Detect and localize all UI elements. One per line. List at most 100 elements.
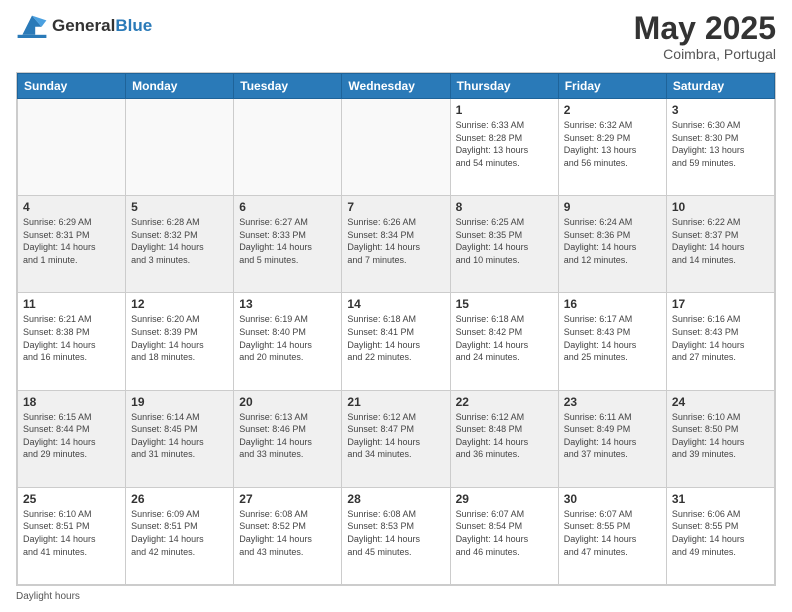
day-info: Sunrise: 6:30 AM Sunset: 8:30 PM Dayligh…: [672, 119, 769, 169]
daylight-label: Daylight hours: [16, 591, 80, 602]
day-number: 28: [347, 492, 444, 506]
logo-icon: [16, 12, 48, 40]
title-location: Coimbra, Portugal: [634, 46, 776, 62]
footer-note: Daylight hours: [16, 591, 776, 602]
col-saturday: Saturday: [666, 74, 774, 99]
day-cell: [18, 99, 126, 196]
calendar-week-4: 18 Sunrise: 6:15 AM Sunset: 8:44 PM Dayli…: [18, 390, 775, 487]
day-number: 15: [456, 297, 553, 311]
calendar-week-3: 11Sunrise: 6:21 AM Sunset: 8:38 PM Dayli…: [18, 293, 775, 390]
day-cell: 24Sunrise: 6:10 AM Sunset: 8:50 PM Dayli…: [666, 390, 774, 487]
day-cell: 26 Sunrise: 6:09 AM Sunset: 8:51 PM Dayli…: [126, 487, 234, 584]
day-cell: 4 Sunrise: 6:29 AM Sunset: 8:31 PM Daylig…: [18, 196, 126, 293]
logo-text: GeneralBlue: [52, 17, 152, 36]
col-thursday: Thursday: [450, 74, 558, 99]
day-info: Sunrise: 6:12 AM Sunset: 8:48 PM Dayligh…: [456, 411, 553, 461]
day-number: 22: [456, 395, 553, 409]
day-number: 25: [23, 492, 120, 506]
day-cell: 25 Sunrise: 6:10 AM Sunset: 8:51 PM Dayli…: [18, 487, 126, 584]
day-cell: 10Sunrise: 6:22 AM Sunset: 8:37 PM Dayli…: [666, 196, 774, 293]
day-info: Sunrise: 6:27 AM Sunset: 8:33 PM Dayligh…: [239, 216, 336, 266]
calendar: Sunday Monday Tuesday Wednesday Thursday…: [16, 72, 776, 586]
day-number: 26: [131, 492, 228, 506]
day-cell: 8 Sunrise: 6:25 AM Sunset: 8:35 PM Daylig…: [450, 196, 558, 293]
title-block: May 2025 Coimbra, Portugal: [634, 12, 776, 62]
day-info: Sunrise: 6:29 AM Sunset: 8:31 PM Dayligh…: [23, 216, 120, 266]
day-info: Sunrise: 6:32 AM Sunset: 8:29 PM Dayligh…: [564, 119, 661, 169]
day-number: 4: [23, 200, 120, 214]
day-cell: 2 Sunrise: 6:32 AM Sunset: 8:29 PM Daylig…: [558, 99, 666, 196]
day-number: 13: [239, 297, 336, 311]
day-cell: 17Sunrise: 6:16 AM Sunset: 8:43 PM Dayli…: [666, 293, 774, 390]
day-info: Sunrise: 6:09 AM Sunset: 8:51 PM Dayligh…: [131, 508, 228, 558]
col-sunday: Sunday: [18, 74, 126, 99]
col-tuesday: Tuesday: [234, 74, 342, 99]
day-info: Sunrise: 6:10 AM Sunset: 8:51 PM Dayligh…: [23, 508, 120, 558]
day-number: 6: [239, 200, 336, 214]
day-info: Sunrise: 6:15 AM Sunset: 8:44 PM Dayligh…: [23, 411, 120, 461]
day-info: Sunrise: 6:12 AM Sunset: 8:47 PM Dayligh…: [347, 411, 444, 461]
day-number: 12: [131, 297, 228, 311]
day-info: Sunrise: 6:14 AM Sunset: 8:45 PM Dayligh…: [131, 411, 228, 461]
title-month: May 2025: [634, 12, 776, 44]
logo-general: General: [52, 16, 115, 35]
day-cell: 6 Sunrise: 6:27 AM Sunset: 8:33 PM Daylig…: [234, 196, 342, 293]
day-info: Sunrise: 6:11 AM Sunset: 8:49 PM Dayligh…: [564, 411, 661, 461]
day-cell: 18 Sunrise: 6:15 AM Sunset: 8:44 PM Dayli…: [18, 390, 126, 487]
day-cell: 7Sunrise: 6:26 AM Sunset: 8:34 PM Daylig…: [342, 196, 450, 293]
page: GeneralBlue May 2025 Coimbra, Portugal S…: [0, 0, 792, 612]
day-cell: 12 Sunrise: 6:20 AM Sunset: 8:39 PM Dayli…: [126, 293, 234, 390]
day-number: 21: [347, 395, 444, 409]
day-cell: 14Sunrise: 6:18 AM Sunset: 8:41 PM Dayli…: [342, 293, 450, 390]
day-cell: [126, 99, 234, 196]
day-info: Sunrise: 6:20 AM Sunset: 8:39 PM Dayligh…: [131, 313, 228, 363]
calendar-week-5: 25 Sunrise: 6:10 AM Sunset: 8:51 PM Dayli…: [18, 487, 775, 584]
day-number: 9: [564, 200, 661, 214]
day-number: 8: [456, 200, 553, 214]
day-number: 14: [347, 297, 444, 311]
day-number: 20: [239, 395, 336, 409]
col-monday: Monday: [126, 74, 234, 99]
day-info: Sunrise: 6:25 AM Sunset: 8:35 PM Dayligh…: [456, 216, 553, 266]
day-info: Sunrise: 6:07 AM Sunset: 8:55 PM Dayligh…: [564, 508, 661, 558]
day-info: Sunrise: 6:08 AM Sunset: 8:53 PM Dayligh…: [347, 508, 444, 558]
day-number: 30: [564, 492, 661, 506]
logo-blue: Blue: [115, 16, 152, 35]
day-cell: 15 Sunrise: 6:18 AM Sunset: 8:42 PM Dayli…: [450, 293, 558, 390]
day-cell: [234, 99, 342, 196]
day-number: 2: [564, 103, 661, 117]
day-number: 29: [456, 492, 553, 506]
day-cell: 19 Sunrise: 6:14 AM Sunset: 8:45 PM Dayli…: [126, 390, 234, 487]
day-cell: 1Sunrise: 6:33 AM Sunset: 8:28 PM Daylig…: [450, 99, 558, 196]
day-number: 27: [239, 492, 336, 506]
day-info: Sunrise: 6:19 AM Sunset: 8:40 PM Dayligh…: [239, 313, 336, 363]
day-number: 1: [456, 103, 553, 117]
day-cell: 27 Sunrise: 6:08 AM Sunset: 8:52 PM Dayli…: [234, 487, 342, 584]
day-info: Sunrise: 6:08 AM Sunset: 8:52 PM Dayligh…: [239, 508, 336, 558]
day-number: 18: [23, 395, 120, 409]
day-number: 5: [131, 200, 228, 214]
day-info: Sunrise: 6:18 AM Sunset: 8:42 PM Dayligh…: [456, 313, 553, 363]
day-info: Sunrise: 6:16 AM Sunset: 8:43 PM Dayligh…: [672, 313, 769, 363]
day-cell: 23Sunrise: 6:11 AM Sunset: 8:49 PM Dayli…: [558, 390, 666, 487]
header-row: Sunday Monday Tuesday Wednesday Thursday…: [18, 74, 775, 99]
calendar-week-2: 4 Sunrise: 6:29 AM Sunset: 8:31 PM Daylig…: [18, 196, 775, 293]
day-number: 11: [23, 297, 120, 311]
day-cell: 13 Sunrise: 6:19 AM Sunset: 8:40 PM Dayli…: [234, 293, 342, 390]
col-wednesday: Wednesday: [342, 74, 450, 99]
day-number: 31: [672, 492, 769, 506]
day-cell: 5Sunrise: 6:28 AM Sunset: 8:32 PM Daylig…: [126, 196, 234, 293]
day-info: Sunrise: 6:24 AM Sunset: 8:36 PM Dayligh…: [564, 216, 661, 266]
calendar-header: Sunday Monday Tuesday Wednesday Thursday…: [18, 74, 775, 99]
day-number: 24: [672, 395, 769, 409]
day-info: Sunrise: 6:17 AM Sunset: 8:43 PM Dayligh…: [564, 313, 661, 363]
day-cell: 20Sunrise: 6:13 AM Sunset: 8:46 PM Dayli…: [234, 390, 342, 487]
day-cell: 22 Sunrise: 6:12 AM Sunset: 8:48 PM Dayli…: [450, 390, 558, 487]
col-friday: Friday: [558, 74, 666, 99]
day-cell: 31Sunrise: 6:06 AM Sunset: 8:55 PM Dayli…: [666, 487, 774, 584]
day-cell: 9 Sunrise: 6:24 AM Sunset: 8:36 PM Daylig…: [558, 196, 666, 293]
day-cell: 29Sunrise: 6:07 AM Sunset: 8:54 PM Dayli…: [450, 487, 558, 584]
day-number: 10: [672, 200, 769, 214]
day-info: Sunrise: 6:26 AM Sunset: 8:34 PM Dayligh…: [347, 216, 444, 266]
day-number: 19: [131, 395, 228, 409]
